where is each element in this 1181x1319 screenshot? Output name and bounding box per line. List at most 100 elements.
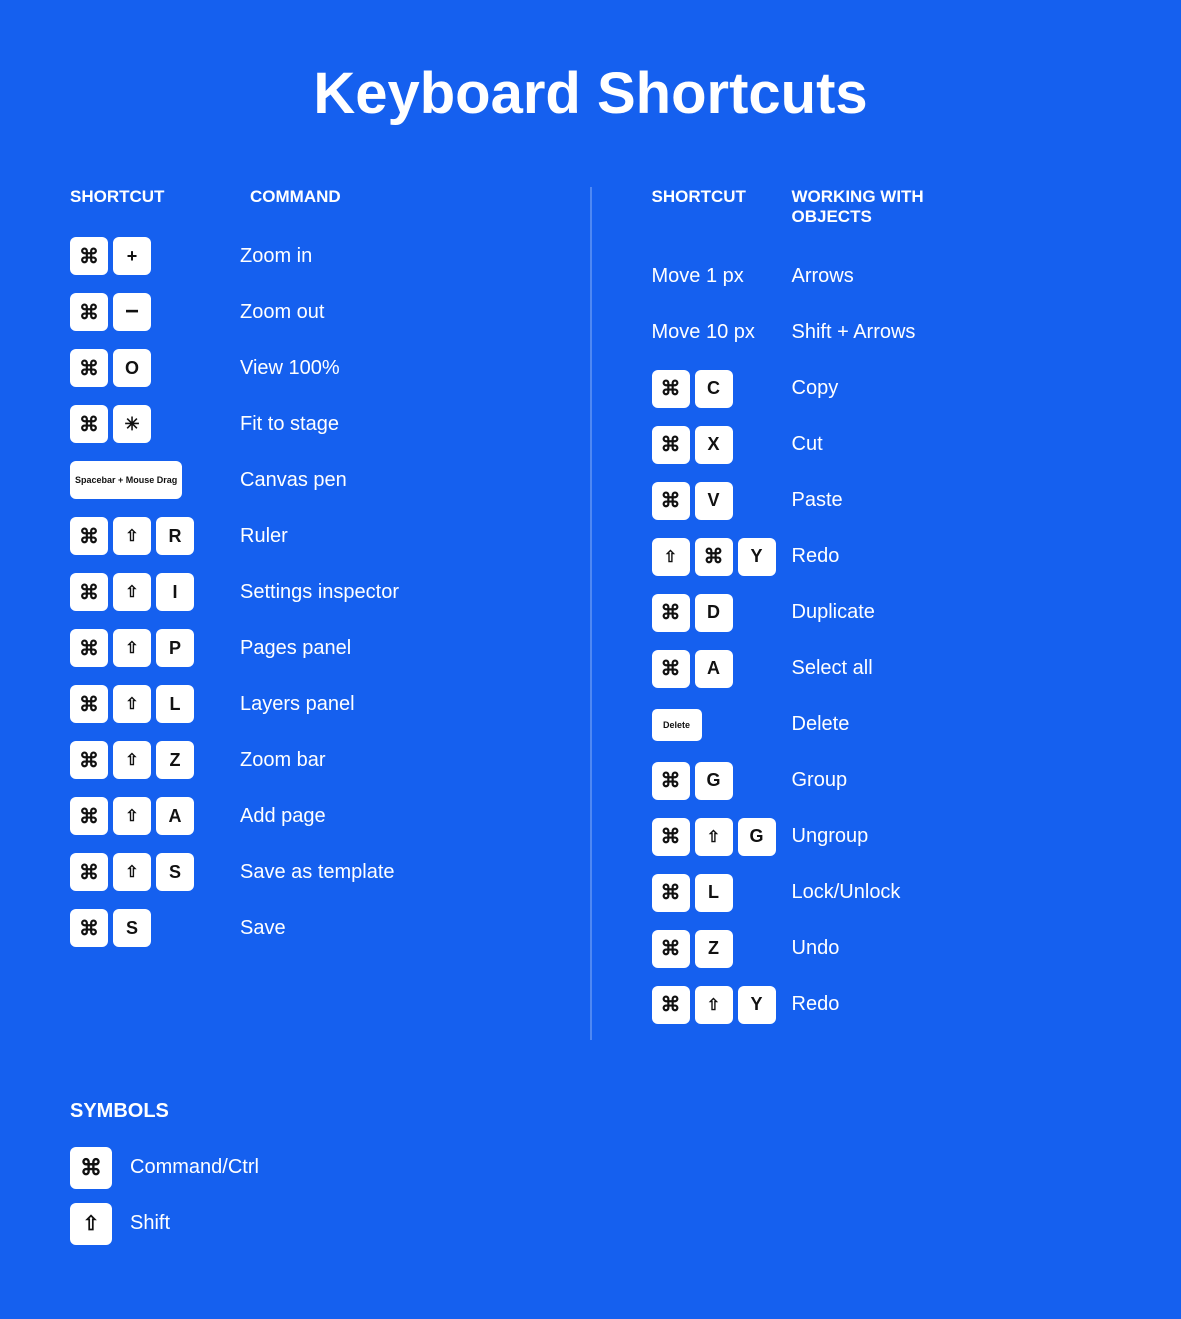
plus-key: + [113,237,151,275]
d-key: D [695,594,733,632]
y-key: Y [738,538,776,576]
row-zoom-bar: ⌘ ⇧ Z Zoom bar [70,739,530,781]
x-key: X [695,426,733,464]
label-zoom-out: Zoom out [240,301,324,324]
row-shift-arrows: Move 10 px Shift + Arrows [652,312,1112,354]
cmd-key: ⌘ [70,517,108,555]
shift-key: ⇧ [113,741,151,779]
page-title: Keyboard Shortcuts [70,60,1111,127]
shift-key: ⇧ [113,573,151,611]
keys-group: ⌘ G [652,762,782,800]
row-zoom-out: ⌘ − Zoom out [70,291,530,333]
row-lock: ⌘ L Lock/Unlock [652,872,1112,914]
label-save-template: Save as template [240,861,395,884]
keys-settings-inspector: ⌘ ⇧ I [70,573,230,611]
row-settings-inspector: ⌘ ⇧ I Settings inspector [70,571,530,613]
cmd-key: ⌘ [70,405,108,443]
symbol-cmd-key: ⌘ [70,1147,112,1189]
row-paste: ⌘ V Paste [652,480,1112,522]
cmd-key: ⌘ [695,538,733,576]
cmd-key: ⌘ [70,797,108,835]
row-ruler: ⌘ ⇧ R Ruler [70,515,530,557]
keys-zoom-in: ⌘ + [70,237,230,275]
keys-add-page: ⌘ ⇧ A [70,797,230,835]
i-key: I [156,573,194,611]
row-ungroup: ⌘ ⇧ G Ungroup [652,816,1112,858]
keys-duplicate: ⌘ D [652,594,782,632]
minus-key: − [113,293,151,331]
label-fit-stage: Fit to stage [240,413,339,436]
o-key: O [113,349,151,387]
label-arrows: Arrows [792,265,854,288]
spacedrag-key: Spacebar + Mouse Drag [70,461,182,499]
keys-select-all: ⌘ A [652,650,782,688]
row-cut: ⌘ X Cut [652,424,1112,466]
cmd-key: ⌘ [652,986,690,1024]
label-layers-panel: Layers panel [240,693,355,716]
symbols-section: SYMBOLS ⌘ Command/Ctrl ⇧ Shift [70,1100,1111,1245]
label-view-100: View 100% [240,357,340,380]
arrows-label: Move 1 px [652,265,782,288]
row-pages-panel: ⌘ ⇧ P Pages panel [70,627,530,669]
row-undo: ⌘ Z Undo [652,928,1112,970]
cmd-key: ⌘ [652,370,690,408]
row-save-template: ⌘ ⇧ S Save as template [70,851,530,893]
label-group: Group [792,769,848,792]
label-delete: Delete [792,713,850,736]
z-key: Z [156,741,194,779]
shift-key: ⇧ [652,538,690,576]
shift-key: ⇧ [113,685,151,723]
keys-zoom-bar: ⌘ ⇧ Z [70,741,230,779]
cmd-key: ⌘ [70,349,108,387]
shift-key: ⇧ [113,853,151,891]
label-paste: Paste [792,489,843,512]
symbol-shift-key: ⇧ [70,1203,112,1245]
keys-ruler: ⌘ ⇧ R [70,517,230,555]
row-zoom-in: ⌘ + Zoom in [70,235,530,277]
label-ruler: Ruler [240,525,288,548]
keys-copy: ⌘ C [652,370,782,408]
cmd-key: ⌘ [652,594,690,632]
label-canvas-pen: Canvas pen [240,469,347,492]
keys-pages-panel: ⌘ ⇧ P [70,629,230,667]
cmd-key: ⌘ [652,762,690,800]
v-key: V [695,482,733,520]
label-ungroup: Ungroup [792,825,869,848]
label-settings-inspector: Settings inspector [240,581,399,604]
keys-save: ⌘ S [70,909,230,947]
label-shift-arrows: Shift + Arrows [792,321,916,344]
keys-paste: ⌘ V [652,482,782,520]
asterisk-key: ✳ [113,405,151,443]
shift-key: ⇧ [113,797,151,835]
cmd-key: ⌘ [652,482,690,520]
keys-fit-stage: ⌘ ✳ [70,405,230,443]
row-arrows: Move 1 px Arrows [652,256,1112,298]
right-header-working: WORKING WITH OBJECTS [792,187,992,228]
cmd-key: ⌘ [70,909,108,947]
a2-key: A [695,650,733,688]
cmd-key: ⌘ [70,573,108,611]
right-header: SHORTCUT WORKING WITH OBJECTS [652,187,1112,228]
symbol-shift-label: Shift [130,1212,170,1235]
l2-key: L [695,874,733,912]
cmd-key: ⌘ [70,629,108,667]
keys-shift-arrows: Move 10 px [652,321,782,344]
label-pages-panel: Pages panel [240,637,351,660]
row-redo1: ⇧ ⌘ Y Redo [652,536,1112,578]
keys-redo1: ⇧ ⌘ Y [652,538,782,576]
row-fit-stage: ⌘ ✳ Fit to stage [70,403,530,445]
keys-view-100: ⌘ O [70,349,230,387]
keys-ungroup: ⌘ ⇧ G [652,818,782,856]
row-group: ⌘ G Group [652,760,1112,802]
z2-key: Z [695,930,733,968]
row-copy: ⌘ C Copy [652,368,1112,410]
row-layers-panel: ⌘ ⇧ L Layers panel [70,683,530,725]
s-key: S [156,853,194,891]
keys-lock: ⌘ L [652,874,782,912]
keys-delete: Delete [652,709,782,741]
keys-undo: ⌘ Z [652,930,782,968]
keys-layers-panel: ⌘ ⇧ L [70,685,230,723]
symbol-shift: ⇧ Shift [70,1203,1111,1245]
left-header: SHORTCUT COMMAND [70,187,530,207]
shift-arrows-label: Move 10 px [652,321,782,344]
